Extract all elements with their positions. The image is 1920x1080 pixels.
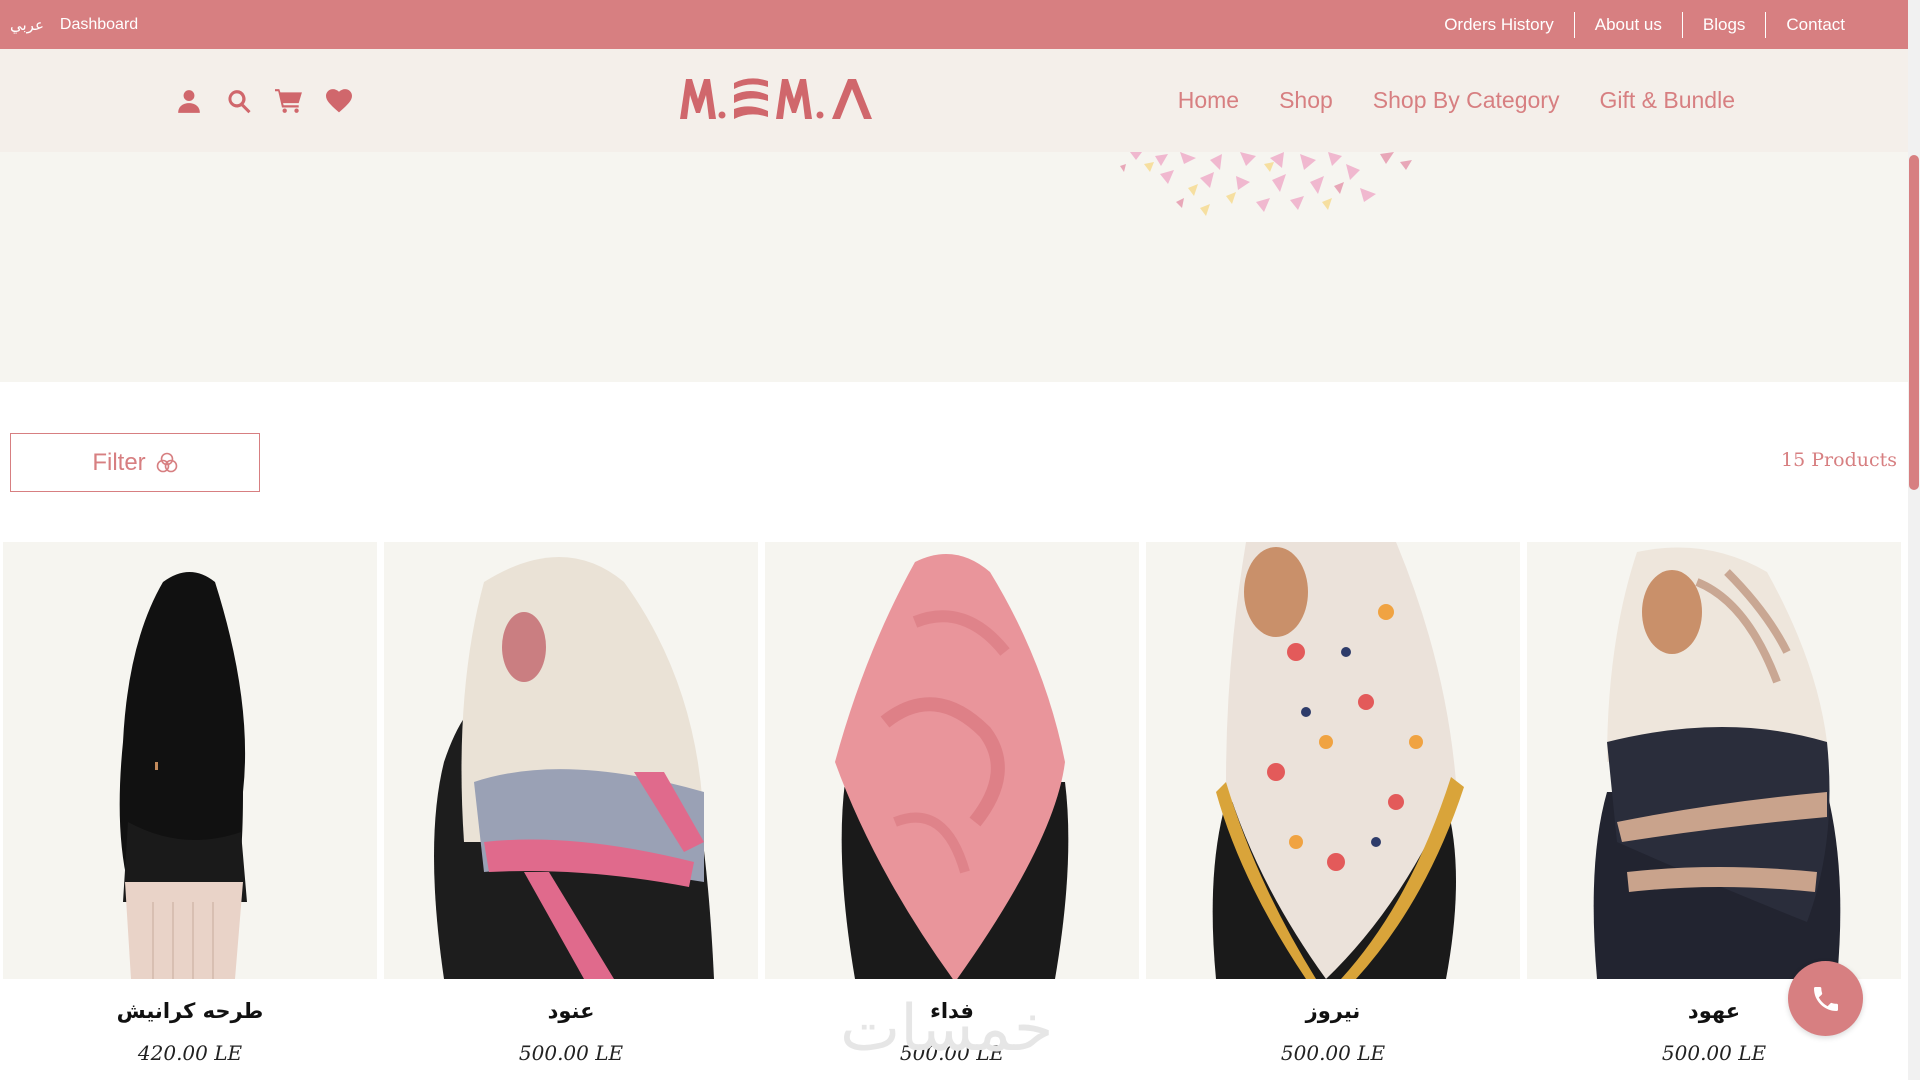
brand-logo[interactable]	[678, 73, 883, 125]
filter-label: Filter	[92, 448, 146, 476]
top-bar-left: عربي Dashboard	[10, 0, 138, 49]
product-image[interactable]	[1527, 542, 1901, 979]
product-image[interactable]	[3, 542, 377, 979]
confetti-decoration	[1120, 152, 1412, 216]
nav-shop[interactable]: Shop	[1279, 87, 1333, 114]
call-button[interactable]	[1788, 961, 1863, 1036]
product-card[interactable]: طرحه كرانيش 420.00 LE	[3, 542, 377, 1065]
product-card[interactable]: فداء 500.00 LE	[765, 542, 1139, 1065]
filter-button[interactable]: Filter	[10, 433, 260, 492]
scrollbar-thumb[interactable]	[1909, 155, 1919, 490]
top-bar: عربي Dashboard Orders History About us B…	[0, 0, 1908, 49]
nav-home[interactable]: Home	[1178, 87, 1239, 114]
product-price: 500.00 LE	[518, 1041, 624, 1065]
contact-link[interactable]: Contact	[1765, 11, 1865, 38]
top-bar-links: Orders History About us Blogs Contact	[1424, 0, 1865, 49]
user-icon[interactable]	[175, 87, 203, 115]
phone-icon	[1813, 986, 1838, 1011]
product-card[interactable]: عنود 500.00 LE	[384, 542, 758, 1065]
dashboard-link[interactable]: Dashboard	[60, 16, 138, 34]
main-nav: Home Shop Shop By Category Gift & Bundle	[1178, 49, 1735, 152]
product-name[interactable]: نيروز	[1146, 999, 1520, 1027]
orders-history-link[interactable]: Orders History	[1424, 12, 1574, 38]
main-header: Home Shop Shop By Category Gift & Bundle	[0, 49, 1908, 152]
nav-shop-by-category[interactable]: Shop By Category	[1373, 87, 1560, 114]
product-price: 500.00 LE	[1280, 1041, 1386, 1065]
blogs-link[interactable]: Blogs	[1681, 11, 1766, 38]
product-price: 500.00 LE	[1661, 1041, 1767, 1065]
header-icons	[175, 49, 353, 152]
heart-icon[interactable]	[325, 87, 353, 115]
product-price: 420.00 LE	[137, 1041, 243, 1065]
product-name[interactable]: عنود	[384, 999, 758, 1027]
watermark: خمسات	[840, 992, 1054, 1066]
about-us-link[interactable]: About us	[1573, 11, 1682, 38]
product-image[interactable]	[1146, 542, 1520, 979]
hero-banner	[0, 152, 1908, 382]
product-count: 15 Products	[1781, 449, 1897, 471]
cart-icon[interactable]	[275, 87, 303, 115]
nav-gift-bundle[interactable]: Gift & Bundle	[1599, 87, 1735, 114]
product-image[interactable]	[384, 542, 758, 979]
product-grid: طرحه كرانيش 420.00 LE عنود 500.00 LE فدا…	[3, 542, 1907, 1065]
filter-icon	[156, 452, 177, 472]
search-icon[interactable]	[225, 87, 253, 115]
product-card[interactable]: نيروز 500.00 LE	[1146, 542, 1520, 1065]
language-switch[interactable]: عربي	[10, 16, 44, 34]
product-image[interactable]	[765, 542, 1139, 979]
product-name[interactable]: طرحه كرانيش	[3, 999, 377, 1027]
